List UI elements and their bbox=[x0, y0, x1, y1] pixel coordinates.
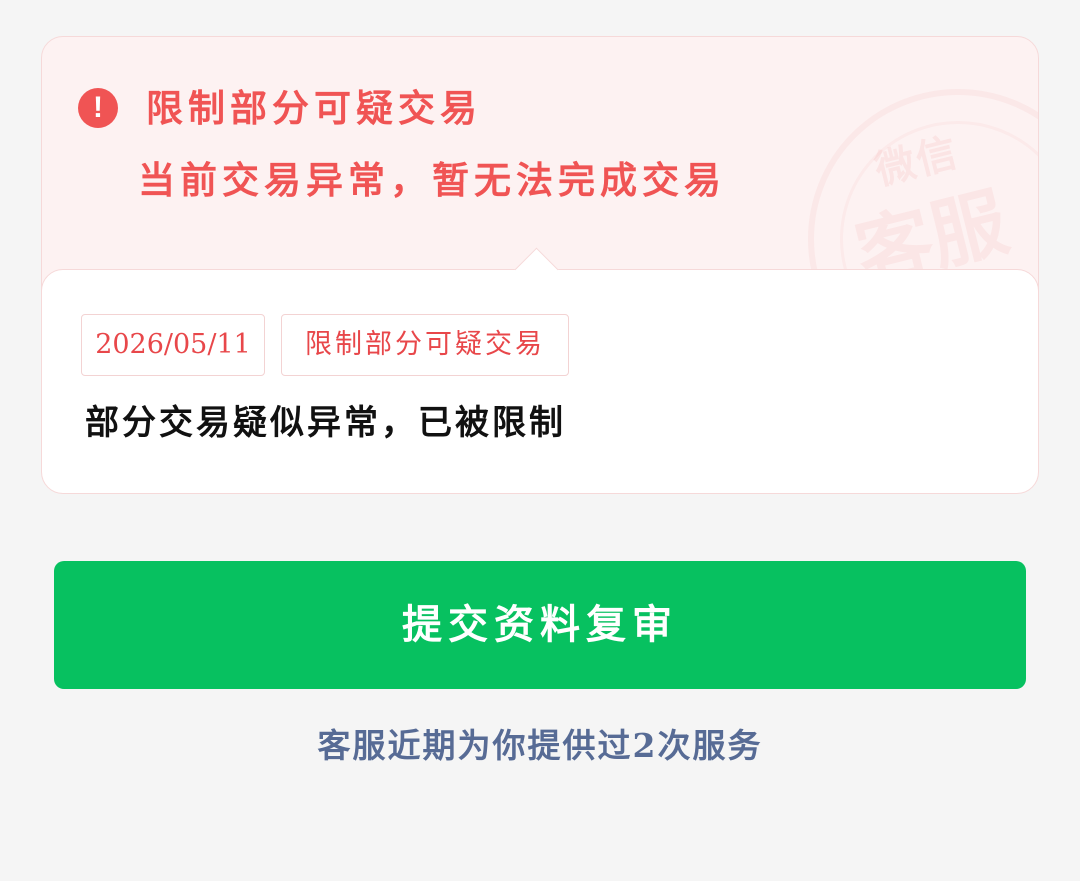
date-tag: 2026/05/11 bbox=[81, 314, 265, 376]
submit-review-button[interactable]: 提交资料复审 bbox=[54, 561, 1026, 689]
restriction-notice-card: 微信 客服 ! 限制部分可疑交易 当前交易异常，暂无法完成交易 2026/05/… bbox=[41, 36, 1039, 494]
customer-service-link[interactable]: 客服近期为你提供过2次服务 bbox=[0, 722, 1080, 770]
restriction-description: 部分交易疑似异常，已被限制 bbox=[85, 403, 566, 443]
restriction-type-tag: 限制部分可疑交易 bbox=[281, 314, 569, 376]
alert-circle-icon: ! bbox=[78, 88, 118, 128]
restriction-detail-panel: 2026/05/11 限制部分可疑交易 部分交易疑似异常，已被限制 bbox=[42, 247, 1038, 493]
panel-pointer-arrow bbox=[514, 247, 559, 292]
notice-title: 限制部分可疑交易 bbox=[146, 86, 482, 130]
notice-subtitle: 当前交易异常，暂无法完成交易 bbox=[138, 158, 726, 202]
